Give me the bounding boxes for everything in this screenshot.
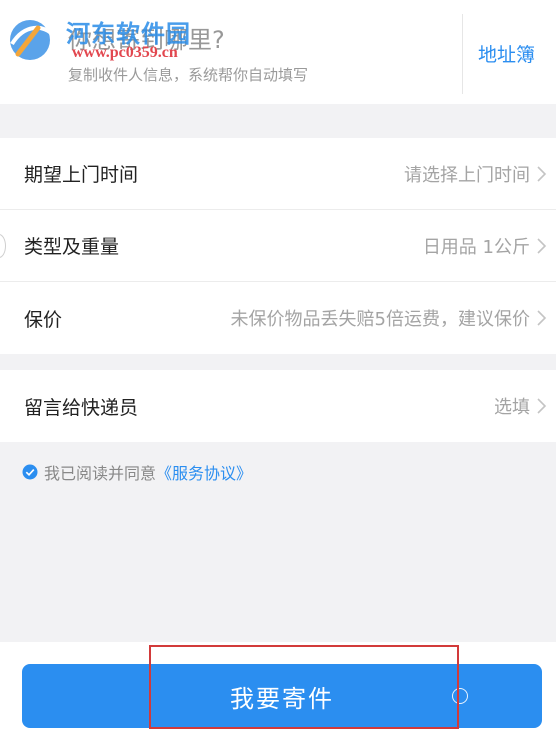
- courier-note-label: 留言给快递员: [24, 396, 139, 419]
- checked-circle-icon[interactable]: [22, 464, 38, 480]
- send-package-label: 我要寄件: [230, 684, 334, 713]
- chevron-right-icon: [537, 398, 547, 414]
- site-logo-icon: [10, 20, 56, 60]
- service-agreement-link[interactable]: 《服务协议》: [156, 460, 252, 484]
- recipient-card[interactable]: 你想寄到哪里? 河东软件园 www.pc0359.cn 复制收件人信息，系统帮你…: [0, 0, 556, 104]
- insurance-label: 保价: [24, 308, 63, 331]
- type-weight-row[interactable]: 类型及重量 日用品 1公斤: [0, 210, 556, 282]
- courier-note-group: 留言给快递员 选填: [0, 370, 556, 442]
- agreement-text: 我已阅读并同意: [44, 464, 157, 483]
- type-weight-label: 类型及重量: [24, 236, 120, 258]
- courier-note-value: 选填: [494, 397, 530, 418]
- pickup-time-value: 请选择上门时间: [404, 164, 530, 186]
- pickup-time-label: 期望上门时间: [24, 164, 139, 186]
- courier-note-row[interactable]: 留言给快递员 选填: [0, 370, 556, 442]
- insurance-row[interactable]: 保价 未保价物品丢失赔5倍运费，建议保价: [0, 282, 556, 354]
- insurance-value: 未保价物品丢失赔5倍运费，建议保价: [230, 309, 530, 330]
- chevron-right-icon: [537, 310, 547, 326]
- type-weight-value: 日用品 1公斤: [422, 236, 530, 258]
- recipient-hint: 复制收件人信息，系统帮你自动填写: [68, 66, 309, 84]
- pickup-time-row[interactable]: 期望上门时间 请选择上门时间: [0, 138, 556, 210]
- shipping-options: 期望上门时间 请选择上门时间 类型及重量 日用品 1公斤 保价 未保价物品丢失赔…: [0, 138, 556, 354]
- agreement-row: 我已阅读并同意 《服务协议》: [22, 460, 252, 484]
- side-handle: [0, 233, 6, 258]
- chevron-right-icon: [537, 237, 547, 254]
- divider: [462, 14, 463, 94]
- address-book-button[interactable]: 地址簿: [478, 40, 535, 67]
- chevron-right-icon: [537, 165, 547, 182]
- watermark-url: www.pc0359.cn: [72, 44, 178, 61]
- help-icon: [452, 688, 468, 704]
